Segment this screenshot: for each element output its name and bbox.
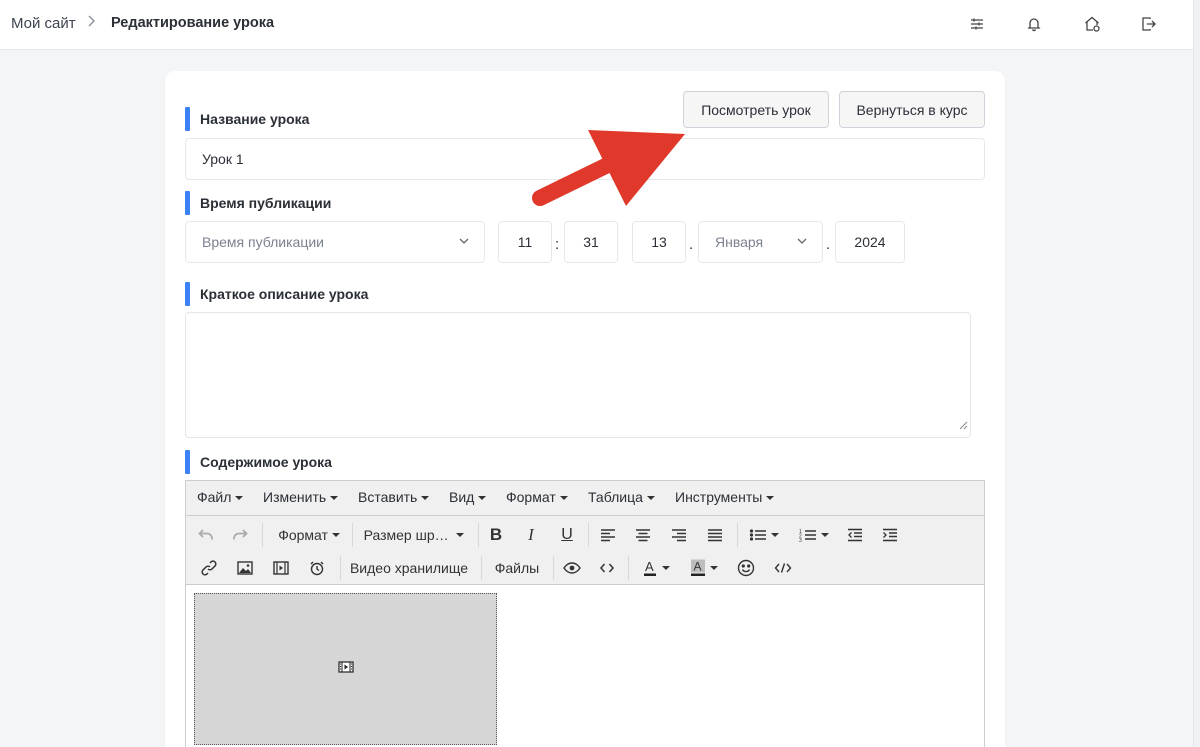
annotation-arrow	[532, 130, 685, 206]
menu-insert[interactable]: Вставить	[358, 489, 430, 505]
lesson-name-value: Урок 1	[202, 151, 244, 167]
numbered-list-icon[interactable]: 123	[793, 522, 835, 548]
files-label: Файлы	[494, 560, 540, 576]
outdent-icon[interactable]	[842, 522, 868, 548]
link-icon[interactable]	[196, 555, 222, 581]
breadcrumb-root-link[interactable]: Мой сайт	[11, 15, 76, 32]
preview-eye-icon[interactable]	[558, 555, 586, 581]
source-code-icon[interactable]	[769, 555, 797, 581]
menu-edit-label: Изменить	[263, 489, 327, 505]
files-button[interactable]: Файлы	[488, 555, 546, 581]
breadcrumb-current: Редактирование урока	[111, 15, 275, 31]
day-value: 13	[651, 234, 667, 250]
font-size-dropdown[interactable]: Размер шр…	[358, 522, 470, 548]
format-dropdown-label: Формат	[278, 527, 328, 543]
menu-view-label: Вид	[449, 489, 475, 505]
resize-handle-icon[interactable]	[959, 417, 968, 435]
menu-table-label: Таблица	[588, 489, 643, 505]
menu-format-label: Формат	[506, 489, 556, 505]
menu-tools-label: Инструменты	[675, 489, 763, 505]
underline-icon[interactable]: U	[554, 522, 580, 548]
description-textarea[interactable]	[185, 312, 971, 438]
text-color-icon[interactable]: A	[635, 555, 677, 581]
menu-view[interactable]: Вид	[449, 489, 487, 505]
sliders-icon[interactable]	[966, 13, 988, 35]
publish-time-label: Время публикации	[185, 191, 331, 215]
publish-time-placeholder: Время публикации	[202, 234, 325, 250]
date-separator-1: .	[689, 236, 694, 253]
format-dropdown[interactable]: Формат	[270, 522, 348, 548]
font-size-dropdown-label: Размер шр…	[363, 527, 449, 543]
menu-edit[interactable]: Изменить	[263, 489, 339, 505]
lesson-name-label: Название урока	[185, 107, 309, 131]
month-value: Января	[715, 234, 764, 250]
svg-text:3: 3	[799, 538, 802, 542]
video-storage-button[interactable]: Видео хранилище	[346, 555, 472, 581]
day-input[interactable]: 13	[632, 221, 686, 263]
minute-value: 31	[583, 234, 599, 250]
content-label: Содержимое урока	[185, 450, 332, 474]
home-settings-icon[interactable]	[1081, 13, 1103, 35]
view-lesson-button[interactable]: Посмотреть урок	[683, 91, 829, 128]
menu-insert-label: Вставить	[358, 489, 418, 505]
description-label: Краткое описание урока	[185, 282, 368, 306]
publish-time-select[interactable]: Время публикации	[185, 221, 485, 263]
undo-icon[interactable]	[192, 522, 220, 548]
svg-text:A: A	[645, 559, 654, 574]
background-color-icon[interactable]: A	[683, 555, 725, 581]
editor-toolbar: Формат Размер шр… B I U 123 Видео хранил…	[186, 516, 984, 585]
indent-icon[interactable]	[877, 522, 903, 548]
chevron-down-icon	[458, 234, 470, 250]
italic-icon[interactable]: I	[518, 522, 544, 548]
hour-input[interactable]: 11	[498, 221, 552, 263]
month-select[interactable]: Января	[698, 221, 823, 263]
breadcrumb-separator	[86, 14, 96, 32]
bell-icon[interactable]	[1023, 13, 1045, 35]
date-separator-2: .	[826, 236, 831, 253]
alarm-clock-icon[interactable]	[304, 555, 330, 581]
menu-format[interactable]: Формат	[506, 489, 568, 505]
media-icon[interactable]	[268, 555, 294, 581]
menu-tools[interactable]: Инструменты	[675, 489, 775, 505]
back-to-course-button[interactable]: Вернуться в курс	[839, 91, 985, 128]
video-storage-label: Видео хранилище	[349, 560, 469, 576]
year-value: 2024	[854, 234, 886, 250]
film-icon	[337, 660, 354, 678]
editor-menubar: Файл Изменить Вставить Вид Формат Таблиц…	[186, 481, 984, 516]
align-center-icon[interactable]	[630, 522, 656, 548]
align-right-icon[interactable]	[666, 522, 692, 548]
video-placeholder[interactable]	[194, 593, 497, 745]
rich-text-editor: Файл Изменить Вставить Вид Формат Таблиц…	[185, 480, 985, 747]
emoji-icon[interactable]	[733, 555, 759, 581]
year-input[interactable]: 2024	[835, 221, 905, 263]
top-bar: Мой сайт Редактирование урока	[0, 0, 1200, 50]
menu-table[interactable]: Таблица	[588, 489, 655, 505]
bullet-list-icon[interactable]	[743, 522, 785, 548]
minute-input[interactable]: 31	[564, 221, 618, 263]
svg-text:A: A	[694, 560, 702, 574]
image-icon[interactable]	[232, 555, 258, 581]
bold-icon[interactable]: B	[483, 522, 509, 548]
logout-icon[interactable]	[1138, 13, 1160, 35]
align-justify-icon[interactable]	[702, 522, 728, 548]
align-left-icon[interactable]	[595, 522, 621, 548]
redo-icon[interactable]	[226, 522, 254, 548]
code-brackets-icon[interactable]	[594, 555, 620, 581]
hour-value: 11	[517, 234, 533, 250]
time-separator: :	[555, 236, 560, 253]
menu-file-label: Файл	[197, 489, 232, 505]
editor-content-area[interactable]	[186, 585, 984, 747]
scrollbar[interactable]	[1193, 0, 1200, 747]
menu-file[interactable]: Файл	[197, 489, 244, 505]
chevron-down-icon	[796, 234, 808, 250]
